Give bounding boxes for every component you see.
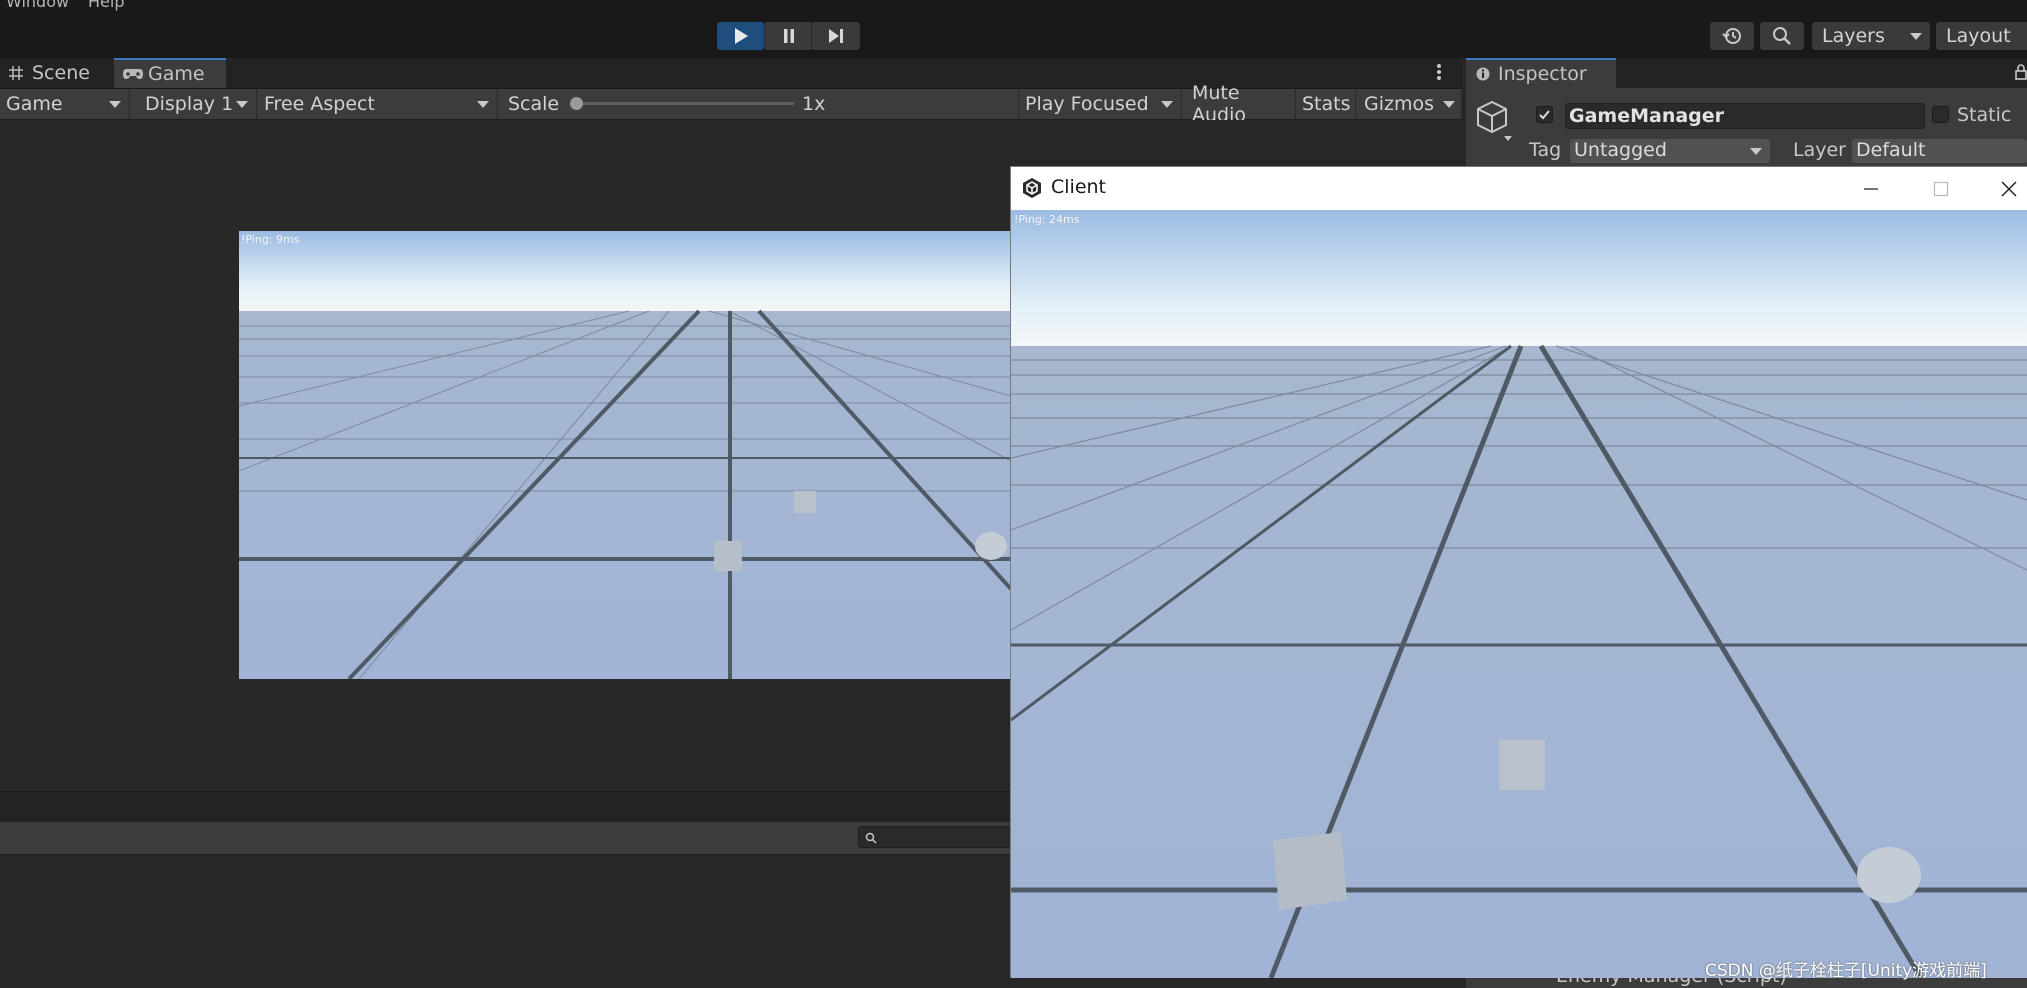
more-options-icon[interactable]: [1436, 62, 1450, 84]
tag-label: Tag: [1529, 139, 1562, 161]
history-icon: [1722, 28, 1741, 44]
menu-window[interactable]: Window: [6, 0, 69, 11]
console-tab-strip: [0, 791, 1015, 823]
play-icon: [734, 28, 748, 44]
pause-icon: [783, 29, 794, 43]
chevron-down-icon: [477, 101, 489, 108]
gameobject-name: GameManager: [1569, 105, 1725, 127]
chevron-down-icon: [236, 101, 248, 108]
tag-dropdown[interactable]: Untagged: [1570, 139, 1770, 163]
gizmos-label: Gizmos: [1364, 93, 1435, 115]
client-scene-render: [1011, 210, 2027, 978]
maximize-icon: [1933, 181, 1949, 197]
aspect-dropdown[interactable]: Free Aspect: [258, 89, 498, 119]
layer-label: Layer: [1793, 139, 1846, 161]
static-label: Static: [1957, 104, 2012, 126]
stats-button[interactable]: Stats: [1296, 89, 1356, 119]
client-viewport[interactable]: !Ping: 24ms: [1011, 210, 2027, 978]
tab-game-label: Game: [148, 63, 205, 85]
info-icon: [1476, 67, 1490, 81]
tab-game[interactable]: Game: [114, 58, 226, 88]
tab-scene-label: Scene: [32, 62, 90, 84]
menu-help[interactable]: Help: [88, 0, 124, 11]
client-title-bar[interactable]: Client: [1011, 167, 2027, 210]
display-dropdown[interactable]: Display 1: [139, 89, 257, 119]
chevron-down-icon: [1750, 148, 1762, 155]
chevron-down-icon: [109, 101, 121, 108]
minimize-icon: [1864, 188, 1878, 190]
gameobject-icon[interactable]: [1474, 98, 1516, 148]
static-checkbox[interactable]: [1932, 106, 1949, 123]
tag-value: Untagged: [1574, 139, 1667, 161]
tab-inspector[interactable]: Inspector: [1466, 58, 1616, 88]
search-icon: [865, 832, 877, 844]
gameobject-name-field[interactable]: GameManager: [1565, 103, 1925, 129]
chevron-down-icon: [1443, 101, 1455, 108]
step-button[interactable]: [811, 22, 860, 50]
play-focused-dropdown[interactable]: Play Focused: [1018, 89, 1182, 119]
active-checkbox[interactable]: [1536, 106, 1553, 123]
pause-button[interactable]: [764, 22, 812, 50]
layout-dropdown[interactable]: Layout: [1936, 22, 2027, 50]
unity-logo-icon: [1023, 178, 1041, 198]
scale-value: 1x: [802, 93, 826, 115]
search-icon: [1773, 27, 1791, 45]
play-focused-label: Play Focused: [1025, 93, 1149, 115]
game-mode-dropdown[interactable]: Game: [0, 89, 130, 119]
chevron-down-icon: [1910, 33, 1922, 40]
close-button[interactable]: [1991, 177, 2027, 201]
console-search-input[interactable]: [858, 826, 1015, 848]
scale-slider-handle[interactable]: [570, 97, 583, 110]
console-body: [0, 855, 1015, 988]
client-ping-text: !Ping: 24ms: [1014, 213, 1080, 226]
step-icon: [829, 29, 843, 43]
layers-label: Layers: [1822, 25, 1885, 47]
gizmos-dropdown[interactable]: Gizmos: [1358, 89, 1462, 119]
layout-label: Layout: [1946, 25, 2011, 47]
minimize-button[interactable]: [1851, 177, 1891, 201]
tab-scene[interactable]: Scene: [0, 58, 112, 88]
scale-slider-track[interactable]: [578, 102, 794, 105]
menu-bar: Window Help: [0, 0, 2027, 14]
game-scene-render: [239, 231, 1011, 679]
watermark-text: CSDN @纸子栓柱子[Unity游戏前端]: [1705, 961, 1987, 981]
layer-value: Default: [1856, 139, 1926, 161]
scale-label: Scale: [508, 93, 560, 115]
play-button[interactable]: [717, 22, 764, 50]
game-mode-label: Game: [6, 93, 63, 115]
client-title: Client: [1051, 176, 1107, 198]
search-button[interactable]: [1760, 22, 1804, 50]
history-button[interactable]: [1710, 22, 1754, 50]
layers-dropdown[interactable]: Layers: [1812, 22, 1930, 50]
close-icon: [2001, 181, 2017, 197]
chevron-down-icon: [1161, 101, 1173, 108]
game-viewport[interactable]: !Ping: 9ms: [239, 231, 1011, 679]
lock-icon[interactable]: [2015, 64, 2027, 84]
mute-audio-button[interactable]: Mute Audio: [1186, 82, 1296, 126]
layer-dropdown[interactable]: Default: [1852, 139, 2027, 163]
aspect-label: Free Aspect: [264, 93, 375, 115]
stats-label: Stats: [1302, 93, 1351, 115]
grid-icon: [9, 66, 23, 80]
display-label: Display 1: [145, 93, 234, 115]
game-ping-text: !Ping: 9ms: [241, 233, 300, 246]
maximize-button[interactable]: [1921, 177, 1961, 201]
scale-control: Scale 1x: [502, 89, 1018, 119]
gamepad-icon: [123, 69, 143, 79]
tab-inspector-label: Inspector: [1498, 63, 1587, 85]
